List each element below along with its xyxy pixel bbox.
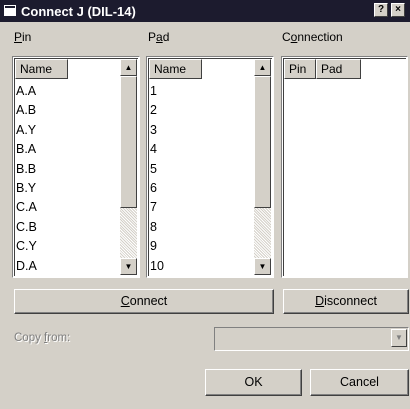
pin-group-label: Pin	[14, 30, 32, 44]
pin-scrollbar[interactable]: ▲ ▼	[120, 59, 137, 275]
connection-list[interactable]: Pin Pad	[281, 56, 408, 278]
scroll-up-icon[interactable]: ▲	[120, 59, 137, 76]
scroll-thumb[interactable]	[254, 76, 271, 208]
copy-from-label: Copy from:	[14, 332, 71, 344]
list-item[interactable]: 5	[150, 160, 164, 179]
list-item[interactable]: B.B	[16, 160, 37, 179]
list-item[interactable]: 4	[150, 140, 164, 159]
copy-from-select[interactable]: ▼	[214, 327, 409, 351]
pin-name-column-header[interactable]: Name	[15, 59, 68, 79]
list-item[interactable]: 3	[150, 121, 164, 140]
list-item[interactable]: C.A	[16, 198, 37, 217]
pad-scrollbar[interactable]: ▲ ▼	[254, 59, 271, 275]
title-bar[interactable]: Connect J (DIL-14) ? ×	[0, 0, 410, 22]
list-item[interactable]: B.A	[16, 140, 37, 159]
disconnect-button[interactable]: Disconnect	[283, 289, 409, 314]
pin-rows: A.A A.B A.Y B.A B.B B.Y C.A C.B C.Y D.A	[16, 82, 37, 276]
connection-pad-column-header[interactable]: Pad	[316, 59, 361, 79]
cancel-button[interactable]: Cancel	[310, 369, 409, 396]
list-item[interactable]: 2	[150, 101, 164, 120]
list-item[interactable]: A.B	[16, 101, 37, 120]
scroll-down-icon[interactable]: ▼	[254, 258, 271, 275]
pad-list[interactable]: Name 1 2 3 4 5 6 7 8 9 10 ▲ ▼	[146, 56, 274, 278]
connection-pin-column-header[interactable]: Pin	[284, 59, 316, 79]
pin-list[interactable]: Name A.A A.B A.Y B.A B.B B.Y C.A C.B C.Y…	[12, 56, 140, 278]
close-button[interactable]: ×	[391, 3, 405, 17]
list-item[interactable]: C.B	[16, 218, 37, 237]
list-item[interactable]: A.A	[16, 82, 37, 101]
help-button[interactable]: ?	[374, 3, 388, 17]
list-item[interactable]: B.Y	[16, 179, 37, 198]
connection-group-label: Connection	[282, 30, 343, 44]
scroll-thumb[interactable]	[120, 76, 137, 208]
scroll-down-icon[interactable]: ▼	[120, 258, 137, 275]
list-item[interactable]: 9	[150, 237, 164, 256]
window-title: Connect J (DIL-14)	[21, 4, 136, 19]
list-item[interactable]: 1	[150, 82, 164, 101]
list-item[interactable]: D.A	[16, 257, 37, 276]
list-item[interactable]: 6	[150, 179, 164, 198]
pad-group-label: Pad	[148, 30, 170, 44]
list-item[interactable]: C.Y	[16, 237, 37, 256]
list-item[interactable]: 8	[150, 218, 164, 237]
connect-dialog: Connect J (DIL-14) ? × Pin Pad Connectio…	[0, 0, 410, 409]
connect-button[interactable]: Connect	[14, 289, 274, 314]
window-menu-icon[interactable]	[4, 5, 16, 16]
chevron-down-icon[interactable]: ▼	[391, 329, 407, 347]
list-item[interactable]: 10	[150, 257, 164, 276]
scroll-up-icon[interactable]: ▲	[254, 59, 271, 76]
list-item[interactable]: A.Y	[16, 121, 37, 140]
pad-name-column-header[interactable]: Name	[149, 59, 202, 79]
ok-button[interactable]: OK	[205, 369, 302, 396]
list-item[interactable]: 7	[150, 198, 164, 217]
pad-rows: 1 2 3 4 5 6 7 8 9 10	[150, 82, 164, 276]
